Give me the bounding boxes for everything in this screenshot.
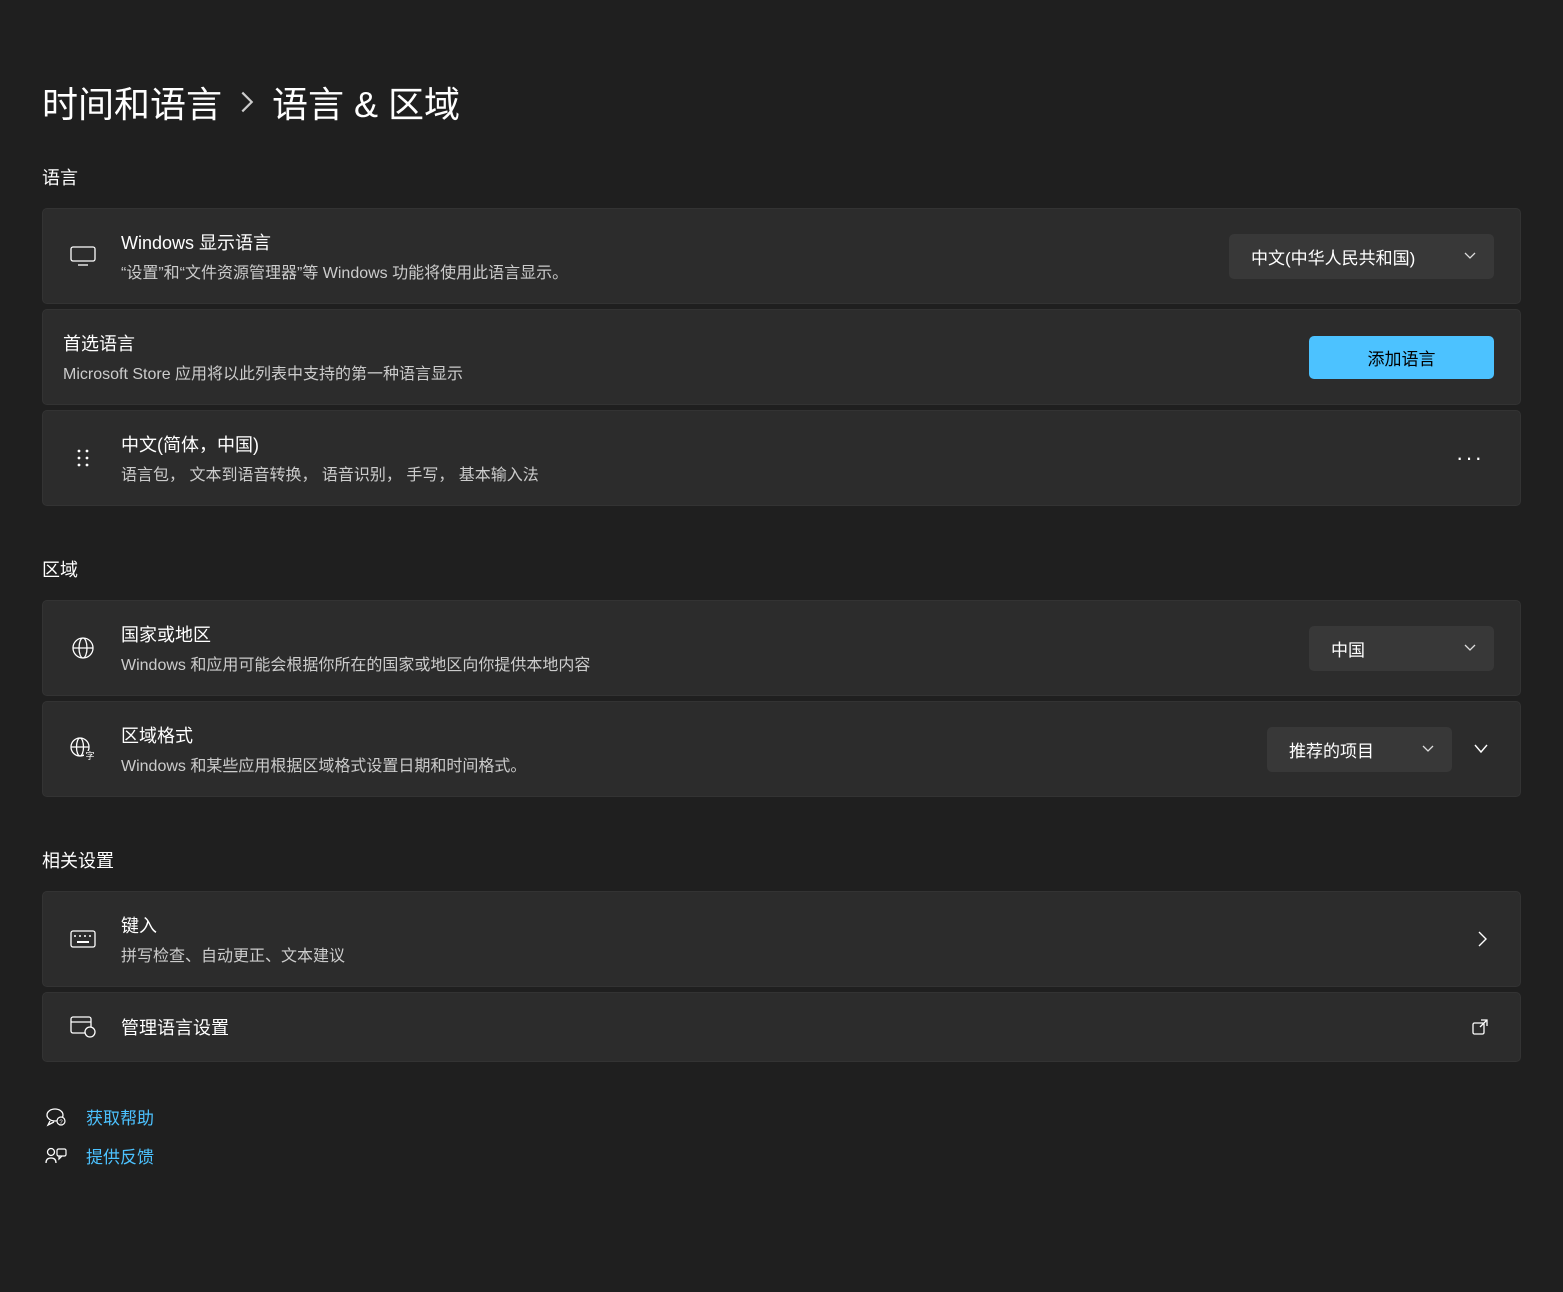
feedback-link[interactable]: 提供反馈 [86, 1143, 154, 1168]
display-language-title: Windows 显示语言 [121, 229, 1205, 255]
keyboard-icon [69, 925, 97, 953]
feedback-icon [42, 1146, 70, 1166]
preferred-languages-subtitle: Microsoft Store 应用将以此列表中支持的第一种语言显示 [63, 360, 1285, 384]
breadcrumb: 时间和语言 语言 & 区域 [42, 76, 1521, 128]
help-link-row[interactable]: ? 获取帮助 [42, 1104, 1521, 1129]
admin-language-title: 管理语言设置 [121, 1014, 1448, 1040]
section-header-language: 语言 [42, 164, 1521, 190]
installed-language-features: 语言包， 文本到语音转换， 语音识别， 手写， 基本输入法 [121, 461, 1422, 485]
external-link-icon [1472, 1019, 1494, 1035]
chevron-right-icon [1478, 931, 1494, 947]
installed-language-row[interactable]: 中文(简体，中国) 语言包， 文本到语音转换， 语音识别， 手写， 基本输入法 … [42, 410, 1521, 506]
feedback-link-row[interactable]: 提供反馈 [42, 1143, 1521, 1168]
region-format-row[interactable]: 字 区域格式 Windows 和某些应用根据区域格式设置日期和时间格式。 推荐的… [42, 701, 1521, 797]
region-format-dropdown[interactable]: 推荐的项目 [1267, 727, 1452, 772]
section-header-region: 区域 [42, 556, 1521, 582]
globe-text-icon: 字 [69, 735, 97, 763]
preferred-languages-title: 首选语言 [63, 330, 1285, 356]
display-language-selected: 中文(中华人民共和国) [1251, 244, 1415, 269]
preferred-languages-row: 首选语言 Microsoft Store 应用将以此列表中支持的第一种语言显示 … [42, 309, 1521, 405]
installed-language-name: 中文(简体，中国) [121, 431, 1422, 457]
chevron-down-icon [1464, 252, 1476, 260]
country-subtitle: Windows 和应用可能会根据你所在的国家或地区向你提供本地内容 [121, 651, 1285, 675]
add-language-button[interactable]: 添加语言 [1309, 336, 1494, 379]
country-title: 国家或地区 [121, 621, 1285, 647]
chevron-down-icon [1464, 644, 1476, 652]
window-settings-icon [69, 1013, 97, 1041]
svg-text:字: 字 [85, 750, 94, 761]
chevron-down-icon [1422, 745, 1434, 753]
typing-subtitle: 拼写检查、自动更正、文本建议 [121, 942, 1454, 966]
display-language-row: Windows 显示语言 “设置”和“文件资源管理器”等 Windows 功能将… [42, 208, 1521, 304]
section-header-related: 相关设置 [42, 847, 1521, 873]
typing-title: 键入 [121, 912, 1454, 938]
admin-language-row[interactable]: 管理语言设置 [42, 992, 1521, 1062]
breadcrumb-current: 语言 & 区域 [272, 76, 460, 128]
monitor-icon [69, 242, 97, 270]
country-selected: 中国 [1331, 636, 1365, 661]
breadcrumb-parent[interactable]: 时间和语言 [42, 76, 222, 128]
help-icon: ? [42, 1107, 70, 1127]
region-format-title: 区域格式 [121, 722, 1243, 748]
region-format-selected: 推荐的项目 [1289, 737, 1374, 762]
drag-handle-icon[interactable] [69, 444, 97, 472]
expand-chevron-icon[interactable] [1474, 744, 1494, 754]
display-language-dropdown[interactable]: 中文(中华人民共和国) [1229, 234, 1494, 279]
typing-row[interactable]: 键入 拼写检查、自动更正、文本建议 [42, 891, 1521, 987]
globe-icon [69, 634, 97, 662]
more-options-button[interactable]: ··· [1446, 441, 1494, 475]
region-format-subtitle: Windows 和某些应用根据区域格式设置日期和时间格式。 [121, 752, 1243, 776]
country-row: 国家或地区 Windows 和应用可能会根据你所在的国家或地区向你提供本地内容 … [42, 600, 1521, 696]
display-language-subtitle: “设置”和“文件资源管理器”等 Windows 功能将使用此语言显示。 [121, 259, 1205, 283]
help-link[interactable]: 获取帮助 [86, 1104, 154, 1129]
country-dropdown[interactable]: 中国 [1309, 626, 1494, 671]
chevron-right-icon [240, 91, 254, 113]
